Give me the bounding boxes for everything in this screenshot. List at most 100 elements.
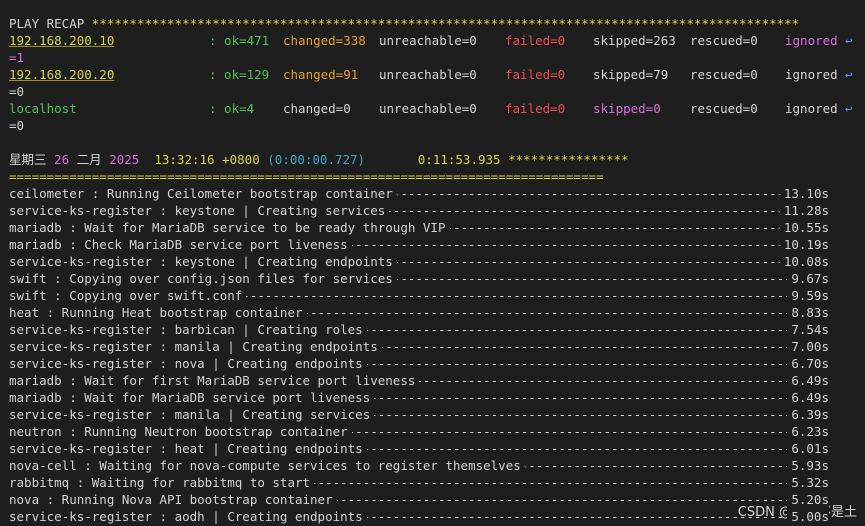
rescued-count: rescued=0 xyxy=(690,33,758,48)
task-duration: 6.70s xyxy=(787,355,829,372)
task-duration: 6.39s xyxy=(787,406,829,423)
play-recap-header: PLAY RECAP *****************************… xyxy=(9,15,865,32)
ignored-label: ignored xyxy=(785,101,838,116)
task-duration: 9.59s xyxy=(787,287,829,304)
weekday: 星期三 xyxy=(9,152,47,167)
task-duration: 6.01s xyxy=(787,440,829,457)
task-row: ----------------------------------------… xyxy=(9,270,829,287)
host-link[interactable]: 192.168.200.10 xyxy=(9,32,114,49)
unreachable-count: unreachable=0 xyxy=(379,33,477,48)
rescued-count: rescued=0 xyxy=(690,101,758,116)
task-duration: 6.49s xyxy=(787,372,829,389)
task-duration: 7.54s xyxy=(787,321,829,338)
failed-count: failed=0 xyxy=(505,33,566,48)
task-duration: 10.55s xyxy=(779,219,829,236)
line-wrap-icon: ↩ xyxy=(845,67,853,82)
host-link[interactable]: 192.168.200.20 xyxy=(9,66,114,83)
task-row: ----------------------------------------… xyxy=(9,219,829,236)
task-name: heat : Running Heat bootstrap container xyxy=(9,304,307,321)
ignored-continuation: =0 xyxy=(9,118,25,133)
timing-summary: 星期三 26 二月 2025 13:32:16 +0800 (0:00:00.7… xyxy=(9,151,865,168)
task-name: swift : Copying over swift.conf xyxy=(9,287,247,304)
task-duration: 8.83s xyxy=(787,304,829,321)
recap-row-host-2: 192.168.200.20 : ok=129 changed=91 unrea… xyxy=(9,66,865,83)
recap-row-localhost: localhost : ok=4 changed=0 unreachable=0… xyxy=(9,100,865,117)
skipped-count: skipped=263 xyxy=(593,33,676,48)
play-recap-title: PLAY RECAP xyxy=(9,16,85,31)
ignored-label: ignored xyxy=(785,67,838,82)
task-name: service-ks-register : heat | Creating en… xyxy=(9,440,367,457)
ignored-continuation: =1 xyxy=(9,50,25,65)
task-name: mariadb : Wait for MariaDB service port … xyxy=(9,389,375,406)
task-duration: 7.00s xyxy=(787,338,829,355)
failed-count: failed=0 xyxy=(505,101,566,116)
task-name: rabbitmq : Waiting for rabbitmq to start xyxy=(9,474,315,491)
timing-stars: **************** xyxy=(508,152,629,167)
month: 二月 xyxy=(76,152,102,167)
task-duration: 6.23s xyxy=(787,423,829,440)
task-name: service-ks-register : manila | Creating … xyxy=(9,338,382,355)
ok-count: : ok=4 xyxy=(209,101,255,116)
ok-count: : ok=129 xyxy=(209,67,270,82)
day: 26 xyxy=(54,152,70,167)
task-duration: 9.67s xyxy=(787,270,829,287)
task-timing-list: ----------------------------------------… xyxy=(9,185,865,525)
task-row: ----------------------------------------… xyxy=(9,321,829,338)
task-name: ceilometer : Running Ceilometer bootstra… xyxy=(9,185,397,202)
elapsed-time: (0:00:00.727) xyxy=(267,152,366,167)
task-row: ----------------------------------------… xyxy=(9,372,829,389)
host-name: localhost xyxy=(9,101,77,116)
task-duration: 10.08s xyxy=(779,253,829,270)
task-row: ----------------------------------------… xyxy=(9,202,829,219)
task-name: nova-cell : Waiting for nova-compute ser… xyxy=(9,457,525,474)
task-duration: 13.10s xyxy=(779,185,829,202)
task-duration: 6.49s xyxy=(787,389,829,406)
rescued-count: rescued=0 xyxy=(690,67,758,82)
task-row: ----------------------------------------… xyxy=(9,406,829,423)
failed-count: failed=0 xyxy=(505,67,566,82)
task-duration: 5.00s xyxy=(787,508,829,525)
clock-time: 13:32:16 +0800 xyxy=(154,152,260,167)
task-duration: 10.19s xyxy=(779,236,829,253)
separator-line: ========================================… xyxy=(9,169,604,184)
task-duration: 5.32s xyxy=(787,474,829,491)
task-row: ----------------------------------------… xyxy=(9,253,829,270)
task-row: ----------------------------------------… xyxy=(9,185,829,202)
terminal-output: PLAY RECAP *****************************… xyxy=(9,15,865,525)
task-name: mariadb : Wait for first MariaDB service… xyxy=(9,372,420,389)
task-row: ----------------------------------------… xyxy=(9,474,829,491)
play-recap-stars: ****************************************… xyxy=(91,16,800,31)
task-name: service-ks-register : keystone | Creatin… xyxy=(9,253,397,270)
ok-count: : ok=471 xyxy=(209,33,270,48)
task-name: service-ks-register : manila | Creating … xyxy=(9,406,375,423)
changed-count: changed=91 xyxy=(283,67,359,82)
task-row: ----------------------------------------… xyxy=(9,287,829,304)
task-row: ----------------------------------------… xyxy=(9,236,829,253)
changed-count: changed=0 xyxy=(283,101,351,116)
task-row: ----------------------------------------… xyxy=(9,355,829,372)
changed-count: changed=338 xyxy=(283,33,366,48)
unreachable-count: unreachable=0 xyxy=(379,101,477,116)
task-name: nova : Running Nova API bootstrap contai… xyxy=(9,491,337,508)
task-name: service-ks-register : nova | Creating en… xyxy=(9,355,367,372)
task-duration: 5.93s xyxy=(787,457,829,474)
task-duration: 11.28s xyxy=(779,202,829,219)
task-duration: 5.20s xyxy=(787,491,829,508)
line-wrap-icon: ↩ xyxy=(845,101,853,116)
skipped-count: skipped=0 xyxy=(593,101,661,116)
task-name: swift : Copying over config.json files f… xyxy=(9,270,397,287)
unreachable-count: unreachable=0 xyxy=(379,67,477,82)
task-name: service-ks-register : barbican | Creatin… xyxy=(9,321,367,338)
task-row: ----------------------------------------… xyxy=(9,457,829,474)
ignored-label: ignored xyxy=(785,33,838,48)
task-name: service-ks-register : keystone | Creatin… xyxy=(9,202,390,219)
line-wrap-icon: ↩ xyxy=(845,33,853,48)
task-row: ----------------------------------------… xyxy=(9,491,829,508)
task-row: ----------------------------------------… xyxy=(9,389,829,406)
skipped-count: skipped=79 xyxy=(593,67,669,82)
task-name: neutron : Running Neutron bootstrap cont… xyxy=(9,423,352,440)
task-row: ----------------------------------------… xyxy=(9,304,829,321)
task-row: ----------------------------------------… xyxy=(9,440,829,457)
ignored-continuation: =0 xyxy=(9,84,25,99)
task-row: ----------------------------------------… xyxy=(9,508,829,525)
